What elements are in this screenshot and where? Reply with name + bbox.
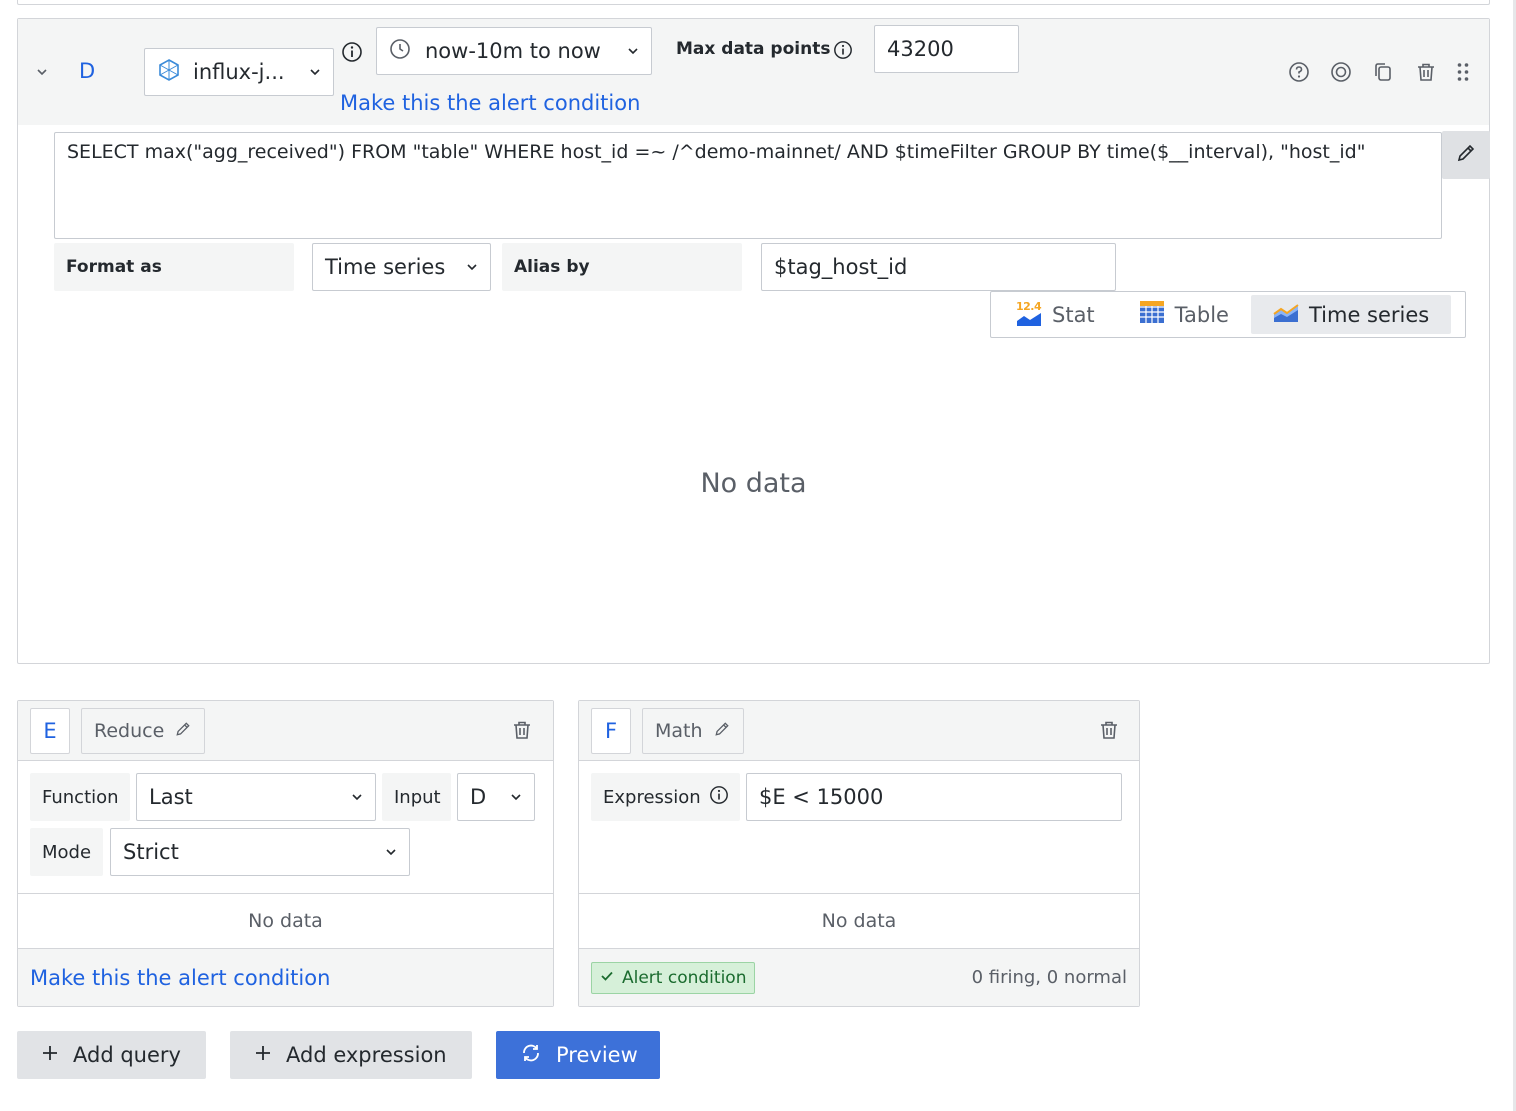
help-icon[interactable] xyxy=(1286,59,1312,85)
alert-state-summary: 0 firing, 0 normal xyxy=(971,967,1127,988)
alert-condition-label: Alert condition xyxy=(622,967,747,988)
function-select[interactable]: Last xyxy=(136,773,376,821)
alert-condition-badge: Alert condition xyxy=(591,961,756,994)
alias-by-input[interactable]: $tag_host_id xyxy=(761,243,1116,291)
preview-no-data: No data xyxy=(700,468,807,499)
check-icon xyxy=(600,968,614,988)
clock-icon xyxy=(389,38,411,65)
trash-icon[interactable] xyxy=(1413,59,1439,85)
preview-button[interactable]: Preview xyxy=(496,1031,660,1079)
query-ref-id[interactable]: D xyxy=(79,59,95,83)
expression-type-reduce[interactable]: Reduce xyxy=(81,708,206,754)
viz-option-table[interactable]: Table xyxy=(1117,295,1251,334)
viz-timeseries-label: Time series xyxy=(1308,302,1430,327)
preview-label: Preview xyxy=(556,1043,638,1067)
stat-icon: 12.4 xyxy=(1016,300,1042,328)
input-select[interactable]: D xyxy=(457,773,535,821)
viz-option-timeseries[interactable]: Time series xyxy=(1250,295,1452,334)
expression-type-label: Math xyxy=(655,720,703,742)
query-d-panel: D influx-j... now-10m to now Max data po… xyxy=(17,18,1490,664)
trash-icon[interactable] xyxy=(1096,717,1122,743)
chevron-down-icon xyxy=(309,66,321,78)
format-as-select[interactable]: Time series xyxy=(312,243,491,291)
influxdb-icon xyxy=(157,58,181,87)
chevron-down-icon xyxy=(351,791,363,803)
input-value: D xyxy=(470,785,487,809)
info-icon[interactable] xyxy=(709,785,729,810)
expression-type-label: Reduce xyxy=(94,720,165,742)
table-icon xyxy=(1139,300,1165,329)
time-range-value: now-10m to now xyxy=(425,39,601,63)
pencil-icon xyxy=(1455,142,1477,168)
expression-e-footer: Make this the alert condition xyxy=(18,949,553,1006)
expression-input[interactable]: $E < 15000 xyxy=(746,773,1122,821)
function-value: Last xyxy=(149,785,193,809)
expression-e-no-data: No data xyxy=(18,893,553,949)
pencil-icon xyxy=(174,720,192,743)
pencil-icon xyxy=(713,720,731,743)
add-query-button[interactable]: Add query xyxy=(17,1031,206,1079)
make-alert-condition-link[interactable]: Make this the alert condition xyxy=(340,91,640,115)
viz-stat-label: Stat xyxy=(1052,302,1095,327)
info-icon[interactable] xyxy=(830,37,856,63)
toggle-editor-mode-button[interactable] xyxy=(1442,131,1490,179)
info-icon[interactable] xyxy=(339,39,365,65)
expression-e-card: E Reduce Function Last Input D Mode Stri… xyxy=(17,700,554,1007)
make-alert-condition-link[interactable]: Make this the alert condition xyxy=(30,966,330,990)
max-data-points-input[interactable]: 43200 xyxy=(874,25,1019,73)
viz-table-label: Table xyxy=(1174,302,1229,327)
alias-by-label: Alias by xyxy=(502,243,742,291)
expression-ref-id[interactable]: E xyxy=(30,708,70,754)
expression-ref-id[interactable]: F xyxy=(591,708,631,754)
chevron-down-icon xyxy=(385,846,397,858)
refresh-icon xyxy=(520,1042,542,1069)
trash-icon[interactable] xyxy=(509,717,535,743)
timeseries-icon xyxy=(1273,300,1299,329)
add-expression-button[interactable]: Add expression xyxy=(230,1031,472,1079)
expression-f-footer: Alert condition 0 firing, 0 normal xyxy=(579,949,1139,1006)
drag-handle-icon[interactable] xyxy=(1450,59,1476,85)
query-d-header: D influx-j... now-10m to now Max data po… xyxy=(18,19,1489,125)
add-query-label: Add query xyxy=(73,1043,181,1067)
format-as-value: Time series xyxy=(325,255,446,279)
viz-option-stat[interactable]: 12.4 Stat xyxy=(994,295,1117,334)
previous-query-panel-edge xyxy=(17,0,1490,5)
expression-label: Expression xyxy=(603,786,701,808)
mode-select[interactable]: Strict xyxy=(110,828,410,876)
expression-f-card: F Math Expression $E < 15000 No data Ale… xyxy=(578,700,1140,1007)
datasource-name: influx-j... xyxy=(193,60,285,84)
plus-icon xyxy=(41,1043,59,1067)
chevron-down-icon xyxy=(627,45,639,57)
expression-e-header: E Reduce xyxy=(18,701,553,761)
plus-icon xyxy=(254,1043,272,1067)
disable-query-icon[interactable] xyxy=(1328,59,1354,85)
input-label: Input xyxy=(382,773,451,821)
expression-f-no-data: No data xyxy=(579,893,1139,949)
chevron-down-icon xyxy=(466,261,478,273)
expression-label-cell: Expression xyxy=(591,773,740,821)
mode-value: Strict xyxy=(123,840,179,864)
chevron-down-icon xyxy=(510,791,522,803)
raw-query-editor[interactable]: SELECT max("agg_received") FROM "table" … xyxy=(54,132,1442,239)
add-expression-label: Add expression xyxy=(286,1043,447,1067)
expression-type-math[interactable]: Math xyxy=(642,708,744,754)
duplicate-icon[interactable] xyxy=(1370,59,1396,85)
function-label: Function xyxy=(30,773,130,821)
time-range-picker[interactable]: now-10m to now xyxy=(376,27,652,75)
visualization-toggle: 12.4 Stat Table Time series xyxy=(990,291,1466,338)
format-as-label: Format as xyxy=(54,243,294,291)
datasource-picker[interactable]: influx-j... xyxy=(144,48,334,96)
max-data-points-label: Max data points xyxy=(676,39,831,59)
collapse-chevron-icon[interactable] xyxy=(29,59,55,85)
expression-f-header: F Math xyxy=(579,701,1139,761)
mode-label: Mode xyxy=(30,828,103,876)
